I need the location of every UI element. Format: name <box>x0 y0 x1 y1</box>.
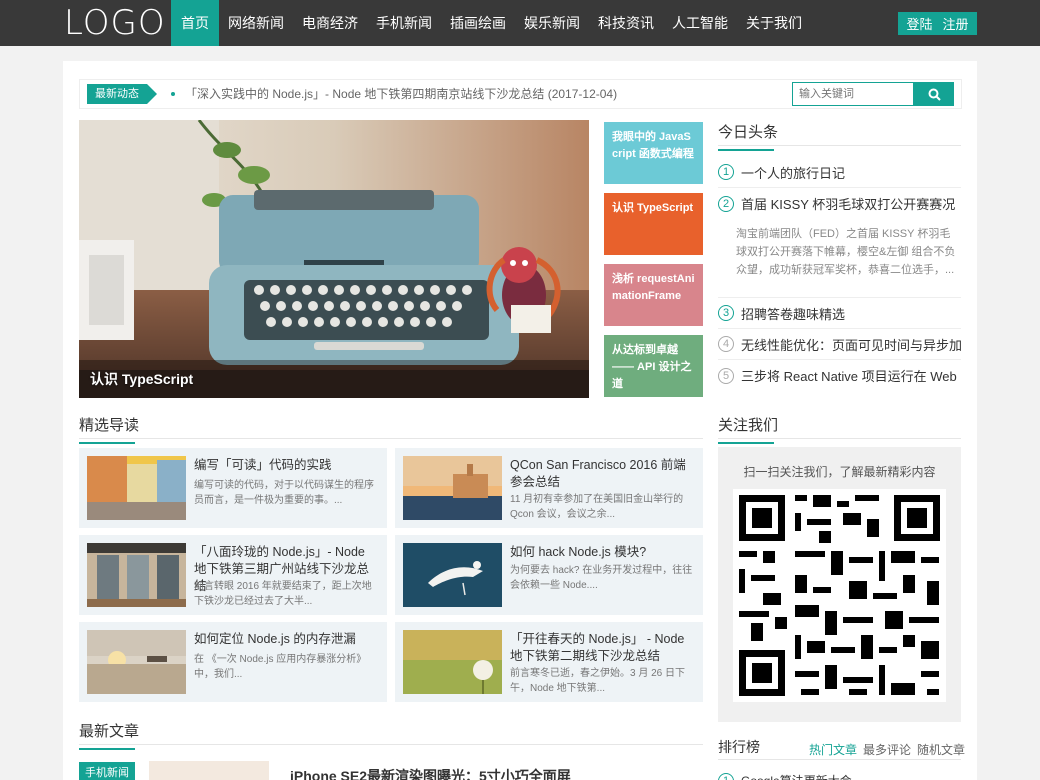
nav-item-home[interactable]: 首页 <box>171 0 219 46</box>
login-button[interactable]: 登陆 <box>901 14 937 33</box>
tile-functional-programming[interactable]: 我眼中的 JavaScript 函数式编程 <box>604 122 703 184</box>
bullet-icon <box>171 92 175 96</box>
tile-raf[interactable]: 浅析 requestAnimationFrame <box>604 264 703 326</box>
rank-text: Google算法更新大会 <box>741 772 852 780</box>
article-thumbnail <box>149 761 269 780</box>
rank-number: 1 <box>718 772 734 780</box>
tile-typescript[interactable]: 认识 TypeScript <box>604 193 703 255</box>
feature-tiles: 我眼中的 JavaScript 函数式编程 认识 TypeScript 浅析 r… <box>604 122 703 406</box>
article-title: QCon San Francisco 2016 前端参会总结 <box>510 458 686 489</box>
article-card[interactable]: 如何定位 Node.js 的内存泄漏 在 《一次 Node.js 应用内存暴涨分… <box>79 622 387 702</box>
article-summary: 编写可读的代码，对于以代码谋生的程序员而言，是一件极为重要的事。... <box>194 480 374 506</box>
site-logo[interactable]: LOGO <box>64 4 166 42</box>
rank-number: 2 <box>718 195 734 212</box>
news-ticker: 最新动态 「深入实践中的 Node.js」- Node 地下铁第四期南京站线下沙… <box>79 79 962 109</box>
article-thumbnail <box>87 543 186 607</box>
article-summary: 在 《一次 Node.js 应用内存暴涨分析》中，我们... <box>194 654 367 680</box>
divider <box>718 759 961 760</box>
article-thumbnail <box>403 543 502 607</box>
article-card[interactable]: 如何 hack Node.js 模块? 为何要去 hack? 在业务开发过程中，… <box>395 535 703 615</box>
headline-text: 首届 KISSY 杯羽毛球双打公开赛赛况 <box>741 197 956 212</box>
nav-item-entertainment[interactable]: 娱乐新闻 <box>515 0 589 46</box>
main-nav: 首页 网络新闻 电商经济 手机新闻 插画绘画 娱乐新闻 科技资讯 人工智能 关于… <box>171 0 811 46</box>
list-item[interactable]: 3 招聘答卷趣味精选 <box>718 298 961 329</box>
tile-api-design[interactable]: 从达标到卓越 —— API 设计之道 <box>604 335 703 397</box>
article-summary: 前言转眼 2016 年就要结束了，距上次地下铁沙龙已经过去了大半... <box>194 581 372 607</box>
headline-text: 一个人的旅行日记 <box>741 165 846 181</box>
article-thumbnail <box>403 630 502 694</box>
rank-number: 3 <box>718 305 734 321</box>
headline-text: 三步将 React Native 项目运行在 Web <box>741 369 957 384</box>
divider <box>718 438 961 439</box>
nav-item-ai[interactable]: 人工智能 <box>663 0 737 46</box>
rank-title: 排行榜 <box>718 739 760 755</box>
article-thumbnail <box>87 456 186 520</box>
search-button[interactable] <box>914 82 954 106</box>
tab-most-comments[interactable]: 最多评论 <box>863 741 911 758</box>
nav-item-web-news[interactable]: 网络新闻 <box>219 0 293 46</box>
nav-item-mobile-news[interactable]: 手机新闻 <box>367 0 441 46</box>
article-card[interactable]: 「八面玲珑的 Node.js」- Node 地下铁第三期广州站线下沙龙总结 前言… <box>79 535 387 615</box>
headline-summary: 淘宝前端团队（FED）之首届 KISSY 杯羽毛球双打公开赛落下帷幕，樱空&左御… <box>718 219 961 298</box>
article-title: 如何定位 Node.js 的内存泄漏 <box>194 632 356 646</box>
category-badge[interactable]: 手机新闻 <box>79 762 135 780</box>
latest-headline[interactable]: iPhone SE2最新渲染图曝光：5寸小巧全面屏 <box>290 766 571 780</box>
auth-box: 登陆 注册 <box>898 12 977 35</box>
divider <box>79 438 703 439</box>
divider <box>718 145 961 146</box>
search-input[interactable] <box>792 82 914 106</box>
rank-tabs: 热门文章 最多评论 随机文章 <box>803 741 965 758</box>
article-card[interactable]: 编写「可读」代码的实践 编写可读的代码，对于以代码谋生的程序员而言，是一件极为重… <box>79 448 387 528</box>
register-button[interactable]: 注册 <box>938 14 974 33</box>
headline-text: 招聘答卷趣味精选 <box>741 306 846 322</box>
nav-item-illustration[interactable]: 插画绘画 <box>441 0 515 46</box>
list-item[interactable]: 1 一个人的旅行日记 <box>718 157 961 188</box>
rank-number: 4 <box>718 336 734 352</box>
hero-slide[interactable]: 认识 TypeScript <box>79 120 589 398</box>
divider <box>79 744 703 745</box>
article-thumbnail <box>403 456 502 520</box>
list-item[interactable]: 2 首届 KISSY 杯羽毛球双打公开赛赛况 <box>718 188 961 219</box>
search-icon <box>928 88 941 101</box>
follow-box: 扫一扫关注我们，了解最新精彩内容 <box>718 447 961 722</box>
top-navbar: LOGO 首页 网络新闻 电商经济 手机新闻 插画绘画 娱乐新闻 科技资讯 人工… <box>0 0 1040 46</box>
hero-caption[interactable]: 认识 TypeScript <box>90 369 193 389</box>
headline-text: 无线性能优化：页面可见时间与异步加 <box>741 337 961 353</box>
ticker-badge: 最新动态 <box>87 84 157 104</box>
qr-code-icon <box>733 489 946 702</box>
article-title: 如何 hack Node.js 模块? <box>510 545 647 559</box>
rank-number: 1 <box>718 164 734 180</box>
article-title: 「开往春天的 Node.js」 - Node 地下铁第二期线下沙龙总结 <box>510 632 685 663</box>
rank-number: 5 <box>718 367 734 384</box>
article-summary: 前言寒冬已逝，春之伊始。3 月 26 日下午，Node 地下铁第... <box>510 668 686 694</box>
article-title: 编写「可读」代码的实践 <box>194 458 332 472</box>
article-thumbnail <box>87 630 186 694</box>
main-container: 最新动态 「深入实践中的 Node.js」- Node 地下铁第四期南京站线下沙… <box>63 61 977 780</box>
nav-item-about[interactable]: 关于我们 <box>737 0 811 46</box>
list-item[interactable]: 1 Google算法更新大会 <box>718 772 852 780</box>
article-summary: 11 月初有幸参加了在美国旧金山举行的 Qcon 会议，会议之余... <box>510 494 684 520</box>
article-card[interactable]: 「开往春天的 Node.js」 - Node 地下铁第二期线下沙龙总结 前言寒冬… <box>395 622 703 702</box>
nav-item-tech[interactable]: 科技资讯 <box>589 0 663 46</box>
today-list: 1 一个人的旅行日记 2 首届 KISSY 杯羽毛球双打公开赛赛况 淘宝前端团队（F… <box>718 157 961 391</box>
article-card[interactable]: QCon San Francisco 2016 前端参会总结 11 月初有幸参加… <box>395 448 703 528</box>
tab-random[interactable]: 随机文章 <box>917 741 965 758</box>
article-summary: 为何要去 hack? 在业务开发过程中，往往会依赖一些 Node.... <box>510 565 693 591</box>
hero-image <box>79 120 589 398</box>
follow-text: 扫一扫关注我们，了解最新精彩内容 <box>743 465 936 479</box>
ticker-link[interactable]: 「深入实践中的 Node.js」- Node 地下铁第四期南京站线下沙龙总结 (… <box>185 80 617 108</box>
list-item[interactable]: 4 无线性能优化：页面可见时间与异步加 <box>718 329 961 360</box>
tab-hot[interactable]: 热门文章 <box>809 741 857 758</box>
nav-item-ecommerce[interactable]: 电商经济 <box>293 0 367 46</box>
list-item[interactable]: 5 三步将 React Native 项目运行在 Web <box>718 360 961 391</box>
